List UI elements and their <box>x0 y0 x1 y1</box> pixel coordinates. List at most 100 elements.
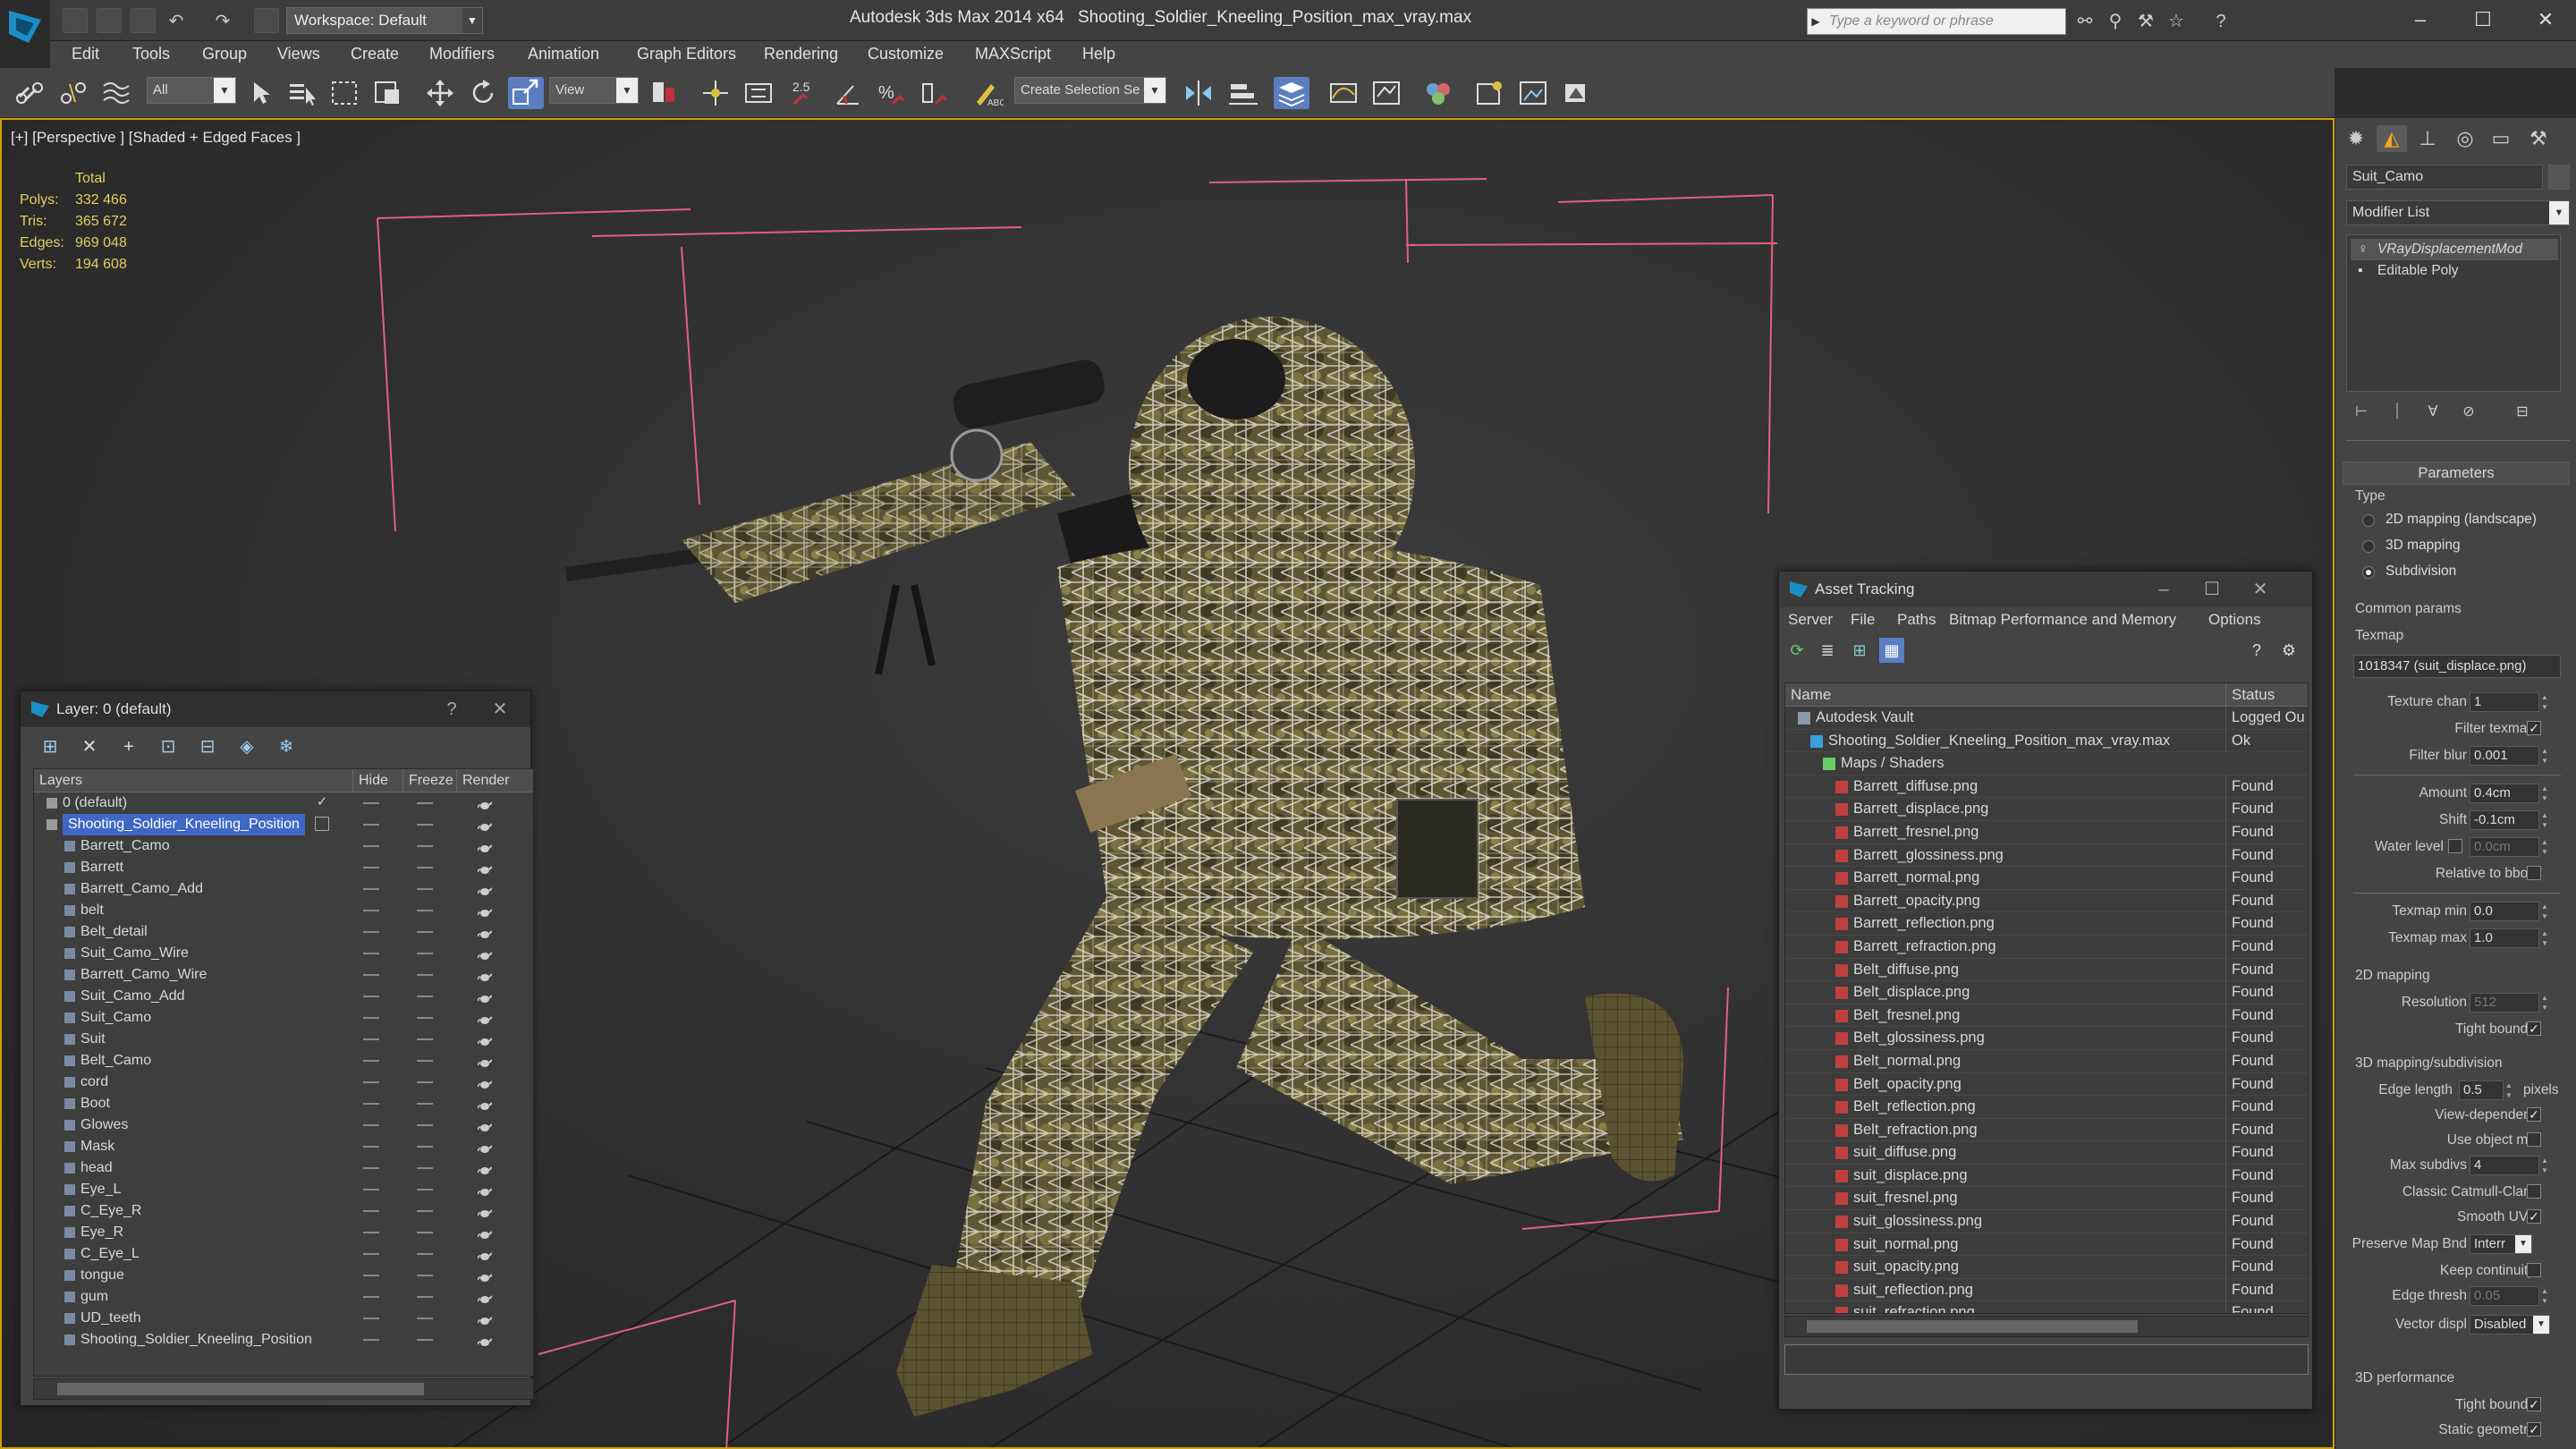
asset-row[interactable]: Barrett_normal.png Found <box>1785 867 2308 890</box>
scroll-thumb[interactable] <box>1807 1320 2138 1333</box>
layer-manager-window[interactable]: Layer: 0 (default) ? ✕ ⊞ ✕ + ⊡ ⊟ ◈ ❄ Lay… <box>20 691 534 1406</box>
preserve-map-dropdown[interactable]: Interr ▼ <box>2470 1234 2532 1254</box>
menu-group[interactable]: Group <box>202 45 247 64</box>
asset-row[interactable]: suit_displace.png Found <box>1785 1164 2308 1188</box>
hide-toggle[interactable] <box>363 1232 379 1233</box>
hide-toggle[interactable] <box>363 1103 379 1105</box>
hide-toggle[interactable] <box>363 888 379 890</box>
active-layer-box-icon[interactable] <box>315 817 329 831</box>
hide-toggle[interactable] <box>363 910 379 911</box>
delete-layer-icon[interactable]: ✕ <box>76 734 103 759</box>
freeze-toggle[interactable] <box>417 1167 433 1169</box>
freeze-toggle[interactable] <box>417 867 433 869</box>
teapot-icon[interactable] <box>478 1119 493 1131</box>
col-render[interactable]: Render <box>456 769 519 792</box>
pivot-center-icon[interactable] <box>646 77 682 109</box>
radio-subdivision[interactable] <box>2362 566 2375 579</box>
teapot-icon[interactable] <box>478 1033 493 1046</box>
asset-row[interactable]: Belt_refraction.png Found <box>1785 1118 2308 1142</box>
texmap-max-input[interactable]: 1.0 <box>2470 928 2539 948</box>
static-geometry-checkbox[interactable]: ✓ <box>2527 1422 2541 1436</box>
layer-row[interactable]: Glowes <box>34 1114 533 1136</box>
configure-sets-icon[interactable]: ⊟ <box>2507 399 2538 426</box>
asset-row[interactable]: suit_refraction.png Found <box>1785 1301 2308 1313</box>
teapot-icon[interactable] <box>478 1055 493 1067</box>
spinner-icon[interactable]: ▲ ▼ <box>2541 1286 2550 1306</box>
hide-toggle[interactable] <box>363 931 379 933</box>
teapot-icon[interactable] <box>478 818 493 831</box>
new-file-icon[interactable] <box>63 8 88 33</box>
menu-edit[interactable]: Edit <box>72 45 99 64</box>
freeze-toggle[interactable] <box>417 1060 433 1062</box>
col-name[interactable]: Name <box>1791 683 1831 707</box>
teapot-icon[interactable] <box>478 1140 493 1153</box>
hide-toggle[interactable] <box>363 1318 379 1319</box>
teapot-icon[interactable] <box>478 1162 493 1174</box>
asset-row[interactable]: Belt_fresnel.png Found <box>1785 1004 2308 1028</box>
layer-row[interactable]: C_Eye_L <box>34 1243 533 1265</box>
col-layers[interactable]: Layers <box>34 769 338 792</box>
hide-toggle[interactable] <box>363 1167 379 1169</box>
motion-tab-icon[interactable]: ◎ <box>2450 125 2480 152</box>
asset-menu-paths[interactable]: Paths <box>1897 607 1936 632</box>
layer-row[interactable]: tongue <box>34 1265 533 1286</box>
resolution-input[interactable]: 512 <box>2470 993 2539 1013</box>
water-level-input[interactable]: 0.0cm <box>2470 837 2539 857</box>
teapot-icon[interactable] <box>478 840 493 852</box>
bind-space-warp-icon[interactable] <box>98 77 134 109</box>
make-unique-icon[interactable]: ∀ <box>2418 399 2448 426</box>
asset-tracking-window[interactable]: Asset Tracking – ☐ ✕ Server File Paths B… <box>1778 571 2313 1410</box>
spinner-icon[interactable]: ▲ ▼ <box>2505 1080 2514 1100</box>
star-icon[interactable]: ☆ <box>2165 10 2188 33</box>
hide-all-icon[interactable]: ◈ <box>233 734 260 759</box>
select-object-icon[interactable] <box>243 77 279 109</box>
freeze-toggle[interactable] <box>417 996 433 997</box>
freeze-all-icon[interactable]: ❄ <box>273 734 300 759</box>
spinner-icon[interactable]: ▲ ▼ <box>2541 746 2550 766</box>
asset-horizontal-scrollbar[interactable] <box>1784 1316 2309 1337</box>
freeze-toggle[interactable] <box>417 1210 433 1212</box>
relative-bbox-checkbox[interactable] <box>2527 866 2541 880</box>
create-layer-icon[interactable]: ⊞ <box>37 734 64 759</box>
view-dependent-checkbox[interactable]: ✓ <box>2527 1107 2541 1122</box>
hide-toggle[interactable] <box>363 974 379 976</box>
tree-view-icon[interactable]: ⊞ <box>1847 638 1872 663</box>
exchange-icon[interactable]: ⚒ <box>2134 10 2157 33</box>
hide-toggle[interactable] <box>363 1017 379 1019</box>
spinner-icon[interactable]: ▲ ▼ <box>2541 1156 2550 1175</box>
freeze-toggle[interactable] <box>417 953 433 954</box>
edit-named-selection-icon[interactable]: ABC <box>968 77 1006 109</box>
layer-row[interactable]: Barrett_Camo_Add <box>34 878 533 900</box>
freeze-toggle[interactable] <box>417 1253 433 1255</box>
spinner-icon[interactable]: ▲ ▼ <box>2541 902 2550 921</box>
teapot-icon[interactable] <box>478 1248 493 1260</box>
binoculars-icon[interactable]: ⚯ <box>2073 10 2097 33</box>
hierarchy-tab-icon[interactable]: ⊥ <box>2412 125 2443 152</box>
scale-icon[interactable] <box>508 77 544 109</box>
object-color-swatch[interactable] <box>2548 165 2570 190</box>
move-icon[interactable] <box>422 77 458 109</box>
menu-views[interactable]: Views <box>277 45 320 64</box>
radio-3d-mapping[interactable] <box>2362 540 2375 553</box>
hide-toggle[interactable] <box>363 1189 379 1191</box>
spinner-icon[interactable]: ▲ ▼ <box>2541 993 2550 1013</box>
asset-row[interactable]: Autodesk Vault Logged Ou <box>1785 707 2308 730</box>
asset-row[interactable]: Belt_opacity.png Found <box>1785 1072 2308 1097</box>
pin-stack-icon[interactable]: ⊢ <box>2346 399 2377 426</box>
asset-window-titlebar[interactable]: Asset Tracking – ☐ ✕ <box>1779 572 2312 607</box>
layer-row[interactable]: Eye_R <box>34 1222 533 1243</box>
freeze-toggle[interactable] <box>417 1124 433 1126</box>
hide-toggle[interactable] <box>363 1081 379 1083</box>
schematic-view-icon[interactable] <box>1368 77 1404 109</box>
freeze-toggle[interactable] <box>417 910 433 911</box>
tight-bounds-3d-checkbox[interactable]: ✓ <box>2527 1397 2541 1411</box>
teapot-icon[interactable] <box>478 1012 493 1024</box>
layer-row[interactable]: 0 (default) ✓ <box>34 792 533 814</box>
teapot-icon[interactable] <box>478 904 493 917</box>
layer-row[interactable]: head <box>34 1157 533 1179</box>
spinner-icon[interactable]: ▲ ▼ <box>2541 692 2550 712</box>
layer-horizontal-scrollbar[interactable] <box>33 1378 534 1400</box>
teapot-icon[interactable] <box>478 1334 493 1346</box>
filter-blur-input[interactable]: 0.001 <box>2470 746 2539 766</box>
asset-row[interactable]: suit_glossiness.png Found <box>1785 1210 2308 1233</box>
